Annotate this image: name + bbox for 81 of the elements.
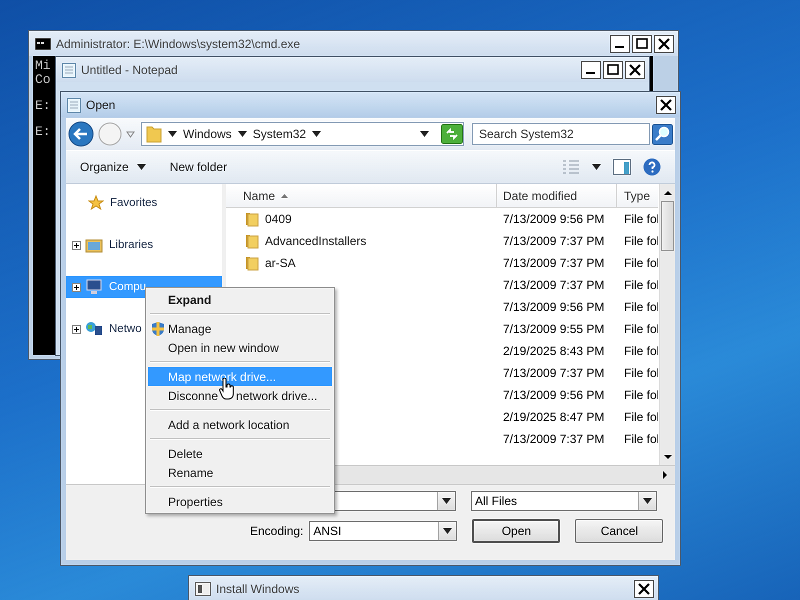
navigation-item[interactable]: Favorites (66, 192, 222, 214)
breadcrumb[interactable]: System32 (252, 127, 306, 141)
date-cell: 2/19/2025 8:47 PM (503, 410, 604, 424)
help-icon[interactable] (643, 158, 661, 176)
file-name[interactable]: ar-SA (265, 256, 296, 270)
folder-icon (245, 211, 259, 227)
menu-item[interactable]: Manage (148, 319, 332, 338)
column-header[interactable]: Date modified (497, 184, 617, 207)
console-text: E: (35, 98, 51, 113)
menu-item[interactable]: Add a network location (148, 415, 332, 434)
breadcrumb-arrow-icon[interactable] (168, 131, 177, 137)
open-button[interactable]: Open (472, 519, 560, 543)
date-cell: 7/13/2009 7:37 PM (503, 432, 604, 446)
breadcrumb-arrow-icon[interactable] (312, 131, 322, 137)
sort-arrow-icon (281, 194, 288, 198)
vertical-scrollbar[interactable] (659, 184, 675, 466)
folder-icon (146, 125, 162, 143)
expander-icon[interactable] (72, 324, 81, 334)
dropdown-arrow-icon[interactable] (643, 498, 652, 504)
navigation-item[interactable]: Libraries (66, 234, 222, 256)
star-icon (88, 195, 104, 211)
column-header[interactable]: Name (226, 184, 497, 207)
new-folder-button[interactable]: New folder (164, 157, 234, 177)
dropdown-arrow-icon[interactable] (442, 498, 451, 504)
menu-item[interactable]: Delete (148, 444, 332, 463)
encoding-label: Encoding: (250, 524, 304, 538)
back-icon[interactable] (68, 121, 96, 147)
organize-button[interactable]: Organize (74, 157, 152, 177)
close-icon[interactable] (656, 96, 676, 114)
console-icon (35, 38, 51, 50)
expander-icon[interactable] (72, 240, 81, 250)
console-text: Mi (35, 58, 51, 73)
history-dropdown-icon[interactable] (126, 130, 135, 138)
console-text: Co (35, 72, 51, 87)
date-cell: 2/19/2025 8:43 PM (503, 344, 604, 358)
date-cell: 7/13/2009 7:37 PM (503, 366, 604, 380)
date-cell: 7/13/2009 7:37 PM (503, 256, 604, 270)
date-cell: 7/13/2009 9:56 PM (503, 300, 604, 314)
window-title: Install Windows (216, 582, 300, 596)
encoding-dropdown[interactable]: ANSI (309, 521, 458, 541)
date-cell: 7/13/2009 9:56 PM (503, 212, 604, 226)
notepad-icon (62, 62, 76, 78)
folder-icon (245, 255, 259, 271)
file-name[interactable]: AdvancedInstallers (265, 234, 366, 248)
shield-icon (151, 320, 165, 336)
date-cell: 7/13/2009 7:37 PM (503, 234, 604, 248)
date-cell: 7/13/2009 7:37 PM (503, 278, 604, 292)
libraries-icon (85, 237, 103, 253)
file-type-dropdown[interactable]: All Files (471, 491, 657, 511)
expander-icon[interactable] (72, 282, 81, 292)
refresh-icon[interactable] (441, 124, 463, 144)
window-title: Open (86, 98, 116, 112)
menu-item[interactable]: Disconne network drive... (148, 386, 332, 405)
menu-item[interactable]: Properties (148, 492, 332, 511)
views-icon[interactable] (562, 160, 580, 174)
dropdown-arrow-icon[interactable] (592, 164, 601, 170)
window-title: Untitled - Notepad (81, 62, 178, 76)
search-field[interactable]: Search System32 (472, 123, 650, 145)
breadcrumb-arrow-icon[interactable] (238, 131, 247, 137)
file-name[interactable]: 0409 (265, 212, 292, 226)
date-cell: 7/13/2009 9:55 PM (503, 322, 604, 336)
dropdown-arrow-icon[interactable] (420, 131, 429, 137)
search-icon[interactable] (652, 124, 673, 144)
cancel-button[interactable]: Cancel (575, 519, 664, 543)
console-text: E: (35, 124, 51, 139)
breadcrumb[interactable]: Windows (183, 127, 232, 141)
window-title: Administrator: E:\Windows\system32\cmd.exe (56, 36, 300, 50)
installer-icon (195, 582, 211, 596)
address-bar[interactable]: Windows System32 (141, 122, 464, 146)
dropdown-arrow-icon[interactable] (443, 528, 452, 534)
caret-icon (136, 164, 146, 170)
date-cell: 7/13/2009 9:56 PM (503, 388, 604, 402)
folder-icon (245, 233, 259, 249)
notepad-icon (67, 96, 81, 112)
network-icon (85, 321, 103, 337)
column-header[interactable]: Type (617, 184, 658, 207)
menu-item[interactable]: Open in new window (148, 338, 332, 357)
scroll-thumb[interactable] (661, 201, 674, 251)
computer-icon (85, 279, 103, 295)
menu-item[interactable]: Rename (148, 463, 332, 482)
preview-pane-icon[interactable] (613, 159, 631, 175)
